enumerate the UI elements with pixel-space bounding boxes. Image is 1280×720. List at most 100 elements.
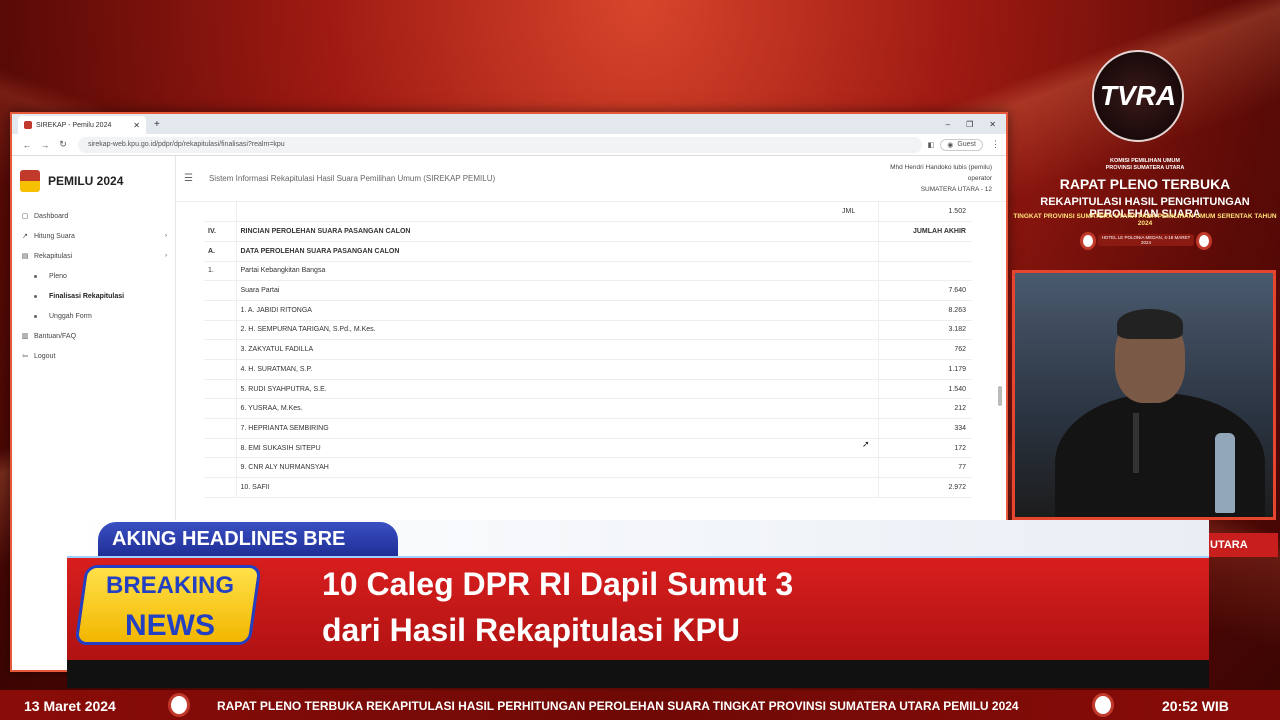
kpu-favicon-icon <box>24 121 32 129</box>
sidebar-item-rekapitulasi[interactable]: ▤ Rekapitulasi › <box>12 246 175 266</box>
sidebar-toggle-icon[interactable]: ◧ <box>928 141 935 149</box>
bullet-icon <box>34 294 37 298</box>
bullet-icon <box>34 314 37 318</box>
close-tab-icon[interactable]: ✕ <box>133 121 140 130</box>
dashboard-icon: ▢ <box>21 213 29 220</box>
forward-icon[interactable]: → <box>36 140 54 150</box>
kpu-label-1: KOMISI PEMILIHAN UMUM <box>1110 158 1180 164</box>
menu-icon[interactable]: ☰ <box>184 173 193 184</box>
row-value: JUMLAH AKHIR <box>877 221 972 242</box>
bottom-ticker: 13 Maret 2024 RAPAT PLENO TERBUKA REKAPI… <box>0 690 1280 720</box>
browser-tab[interactable]: SIREKAP - Pemilu 2024 ✕ <box>18 116 146 134</box>
row-label <box>842 320 878 341</box>
user-role: operator <box>967 175 992 182</box>
window-controls: – ❐ ✕ <box>946 120 1006 129</box>
recap-table-container: JML 1.502 IV. RINCIAN PEROLEHAN SUARA PASAN… <box>176 202 1006 498</box>
row-label <box>842 261 878 282</box>
badge-news-text: NEWS <box>125 609 215 642</box>
restore-icon[interactable]: ❐ <box>966 120 973 129</box>
sidebar-item-finalisasi-rekapitulasi[interactable]: Finalisasi Rekapitulasi <box>12 286 175 306</box>
row-number <box>204 418 237 439</box>
row-label <box>842 398 878 420</box>
table-row: JML 1.502 <box>204 202 972 223</box>
table-row: 2. H. SEMPURNA TARIGAN, S.Pd., M.Kes. 3.1… <box>204 320 972 341</box>
row-label <box>842 241 878 262</box>
row-value: 8.263 <box>877 300 972 321</box>
sidebar-item-label: Logout <box>34 352 56 360</box>
sidebar-item-label: Unggah Form <box>49 312 92 320</box>
sidebar-item-label: Dashboard <box>34 212 69 220</box>
row-label <box>842 438 878 459</box>
scrollbar-thumb[interactable] <box>998 386 1002 406</box>
ticker-time: 20:52 WIB <box>1162 698 1229 714</box>
system-title: Sistem Informasi Rekapitulasi Hasil Suar… <box>208 174 496 183</box>
row-value: 77 <box>877 457 972 479</box>
row-number <box>204 379 237 400</box>
sidebar-item-pleno[interactable]: Pleno <box>12 266 175 286</box>
user-region: SUMATERA UTARA - 12 <box>920 186 992 193</box>
row-number: 1. <box>204 261 237 282</box>
row-name: 3. ZAKYATUL FADILLA <box>236 339 842 360</box>
minimize-icon[interactable]: – <box>946 120 950 129</box>
row-label <box>842 418 878 439</box>
sidebar-item-label: Hitung Suara <box>34 232 75 240</box>
new-tab-button[interactable]: + <box>154 119 160 130</box>
row-value: 212 <box>877 398 972 420</box>
sidebar-item-bantuan-faq[interactable]: ▥ Bantuan/FAQ <box>12 326 175 346</box>
row-number <box>204 339 237 360</box>
row-label <box>842 221 878 242</box>
mascot-left-icon <box>1080 232 1096 250</box>
back-icon[interactable]: ← <box>18 140 36 150</box>
address-bar: ← → ↻ sirekap-web.kpu.go.id/pdpr/dp/reka… <box>12 134 1006 156</box>
row-name: 2. H. SEMPURNA TARIGAN, S.Pd., M.Kes. <box>236 320 842 341</box>
row-label <box>842 280 878 301</box>
presenter-hair <box>1117 309 1183 339</box>
event-title: RAPAT PLENO TERBUKA <box>1059 176 1231 192</box>
table-row: 1. Partai Kebangkitan Bangsa <box>204 261 972 282</box>
url-input[interactable]: sirekap-web.kpu.go.id/pdpr/dp/rekapitula… <box>78 136 922 153</box>
row-name: DATA PEROLEHAN SUARA PASANGAN CALON <box>236 241 842 262</box>
sidebar-item-label: Rekapitulasi <box>34 252 73 260</box>
sidebar-item-dashboard[interactable]: ▢ Dashboard <box>12 206 175 226</box>
profile-icon: ◉ <box>947 141 954 149</box>
ticker-mascot-right-icon <box>1092 693 1114 717</box>
row-label <box>842 359 878 380</box>
row-value: 1.502 <box>877 202 972 223</box>
row-name: 7. HEPRIANTA SEMBIRING <box>236 418 842 439</box>
sidebar-item-unggah-form[interactable]: Unggah Form <box>12 306 175 326</box>
row-label <box>842 339 878 360</box>
table-row: 1. A. JABIDI RITONGA 8.263 <box>204 300 972 321</box>
guest-profile-button[interactable]: ◉ Guest <box>940 138 983 151</box>
row-value: 1.179 <box>877 359 972 380</box>
close-window-icon[interactable]: ✕ <box>989 120 996 129</box>
chevron-right-icon: › <box>165 253 167 259</box>
recap-table: JML 1.502 IV. RINCIAN PEROLEHAN SUARA PASAN… <box>204 202 972 498</box>
reload-icon[interactable]: ↻ <box>54 139 72 150</box>
user-name: Mhd Hendri Handoko lubis (pemilu) <box>890 164 992 171</box>
row-number: IV. <box>204 221 237 242</box>
browser-menu-icon[interactable]: ⋮ <box>991 139 1000 150</box>
sidebar-item-logout[interactable]: ⇦ Logout <box>12 346 175 366</box>
region-tag: UTARA <box>1204 533 1278 557</box>
row-number <box>204 438 237 459</box>
badge-breaking-text: BREAKING <box>105 572 234 599</box>
sidebar-item-label: Bantuan/FAQ <box>34 332 77 340</box>
table-row: 4. H. SURATMAN, S.P. 1.179 <box>204 359 972 380</box>
user-info[interactable]: Mhd Hendri Handoko lubis (pemilu) operat… <box>890 162 1006 195</box>
brand-title: PEMILU 2024 <box>48 174 124 188</box>
brand: PEMILU 2024 <box>12 170 175 192</box>
row-number <box>204 398 237 420</box>
sidebar-item-hitung-suara[interactable]: ↗ Hitung Suara › <box>12 226 175 246</box>
row-name: 5. RUDI SYAHPUTRA, S.E. <box>236 379 842 400</box>
row-number <box>204 280 237 301</box>
row-name: 8. EMI SUKASIH SITEPU <box>236 438 842 459</box>
row-name <box>236 202 842 223</box>
channel-logo: TVRA <box>1092 50 1184 142</box>
sidebar-menu: ▢ Dashboard ↗ Hitung Suara › ▤ Rekapitulasi › Pl… <box>12 206 175 366</box>
table-row: 3. ZAKYATUL FADILLA 762 <box>204 339 972 360</box>
row-name: 9. CNR ALY NURMANSYAH <box>236 457 842 479</box>
guest-label: Guest <box>957 141 976 148</box>
row-name: 6. YUSRAA, M.Kes. <box>236 398 842 420</box>
row-value: 762 <box>877 339 972 360</box>
ticker-text: RAPAT PLENO TERBUKA REKAPITULASI HASIL P… <box>217 699 1019 713</box>
